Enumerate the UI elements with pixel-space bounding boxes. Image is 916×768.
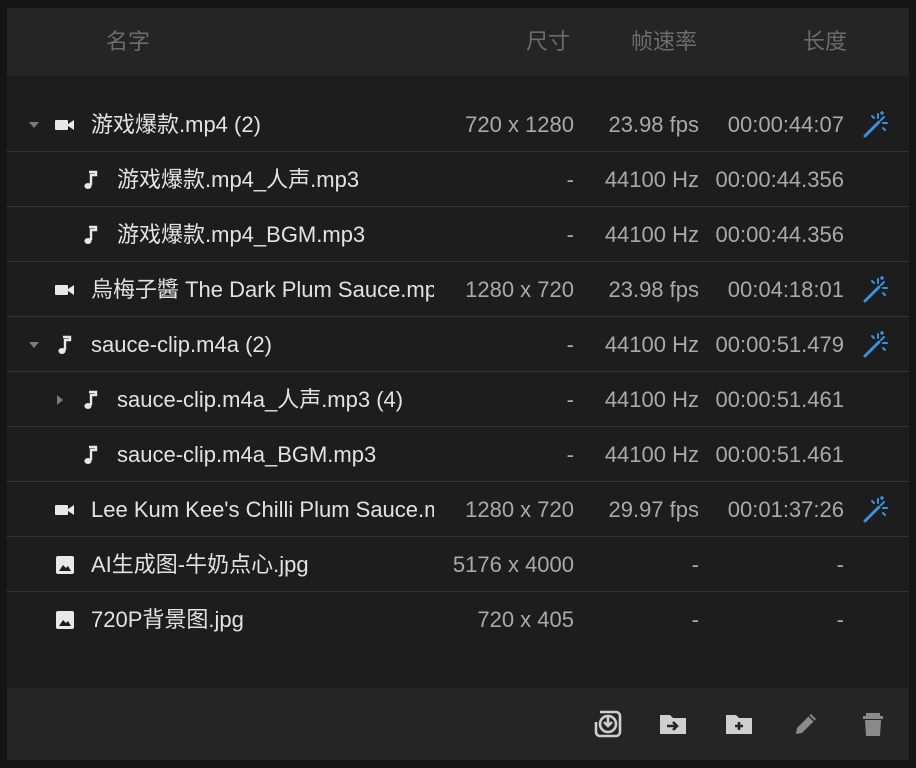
media-name: sauce-clip.m4a (2) <box>91 332 272 357</box>
media-size: 720 x 405 <box>477 607 574 632</box>
media-row[interactable]: sauce-clip.m4a_BGM.mp3 - 44100 Hz 00:00:51.… <box>7 427 909 482</box>
media-size: - <box>566 332 574 357</box>
magic-wand-icon[interactable] <box>861 110 891 140</box>
video-icon <box>54 97 76 152</box>
media-frame-rate: 23.98 fps <box>608 277 699 302</box>
media-length: - <box>836 607 844 632</box>
magic-wand-icon[interactable] <box>861 330 891 360</box>
column-header: 名字 尺寸 帧速率 长度 <box>7 8 909 76</box>
media-list: 游戏爆款.mp4 (2) 720 x 1280 23.98 fps 00:00:44:… <box>7 97 909 647</box>
expand-toggle-expanded[interactable] <box>24 317 44 372</box>
move-to-folder-button[interactable] <box>655 706 691 742</box>
media-frame-rate: - <box>691 552 699 577</box>
media-size: - <box>566 167 574 192</box>
media-name: 游戏爆款.mp4_人声.mp3 <box>117 167 360 192</box>
media-row[interactable]: sauce-clip.m4a (2) - 44100 Hz 00:00:51.479 <box>7 317 909 372</box>
media-length: 00:00:51.461 <box>715 442 844 467</box>
delete-button[interactable] <box>855 706 891 742</box>
media-size: 720 x 1280 <box>465 112 574 137</box>
media-row[interactable]: sauce-clip.m4a_人声.mp3 (4) - 44100 Hz 00:00:… <box>7 372 909 427</box>
magic-wand-icon[interactable] <box>861 495 891 525</box>
audio-icon <box>54 317 76 372</box>
audio-icon <box>80 152 102 207</box>
import-button[interactable] <box>590 706 626 742</box>
audio-icon <box>80 372 102 427</box>
media-frame-rate: - <box>691 607 699 632</box>
media-size: - <box>566 442 574 467</box>
footer-toolbar <box>7 688 909 760</box>
rename-button[interactable] <box>788 706 824 742</box>
magic-wand-icon[interactable] <box>861 275 891 305</box>
media-frame-rate: 44100 Hz <box>604 332 699 357</box>
media-name: 游戏爆款.mp4 (2) <box>91 112 261 137</box>
media-row[interactable]: 720P背景图.jpg 720 x 405 - - <box>7 592 909 647</box>
media-length: 00:00:44.356 <box>715 167 844 192</box>
column-size-header[interactable]: 尺寸 <box>526 8 570 76</box>
media-frame-rate: 44100 Hz <box>604 222 699 247</box>
new-folder-icon <box>726 715 752 734</box>
media-frame-rate: 23.98 fps <box>608 112 699 137</box>
import-icon <box>594 710 622 738</box>
media-length: 00:00:44:07 <box>727 112 844 137</box>
media-row[interactable]: AI生成图-牛奶点心.jpg 5176 x 4000 - - <box>7 537 909 592</box>
media-size: 5176 x 4000 <box>452 552 574 577</box>
media-length: 00:00:44.356 <box>715 222 844 247</box>
media-size: - <box>566 222 574 247</box>
media-frame-rate: 44100 Hz <box>604 167 699 192</box>
media-row[interactable]: Lee Kum Kee's Chilli Plum Sauce.mp4 1280 … <box>7 482 909 537</box>
media-library-panel: 名字 尺寸 帧速率 长度 游戏爆款.mp4 (2) 720 x 1280 23.98… <box>7 8 909 760</box>
media-length: 00:00:51.461 <box>715 387 844 412</box>
media-length: - <box>836 552 844 577</box>
media-name: Lee Kum Kee's Chilli Plum Sauce.mp4 <box>91 497 434 522</box>
media-size: 1280 x 720 <box>465 497 574 522</box>
media-row[interactable]: 游戏爆款.mp4 (2) 720 x 1280 23.98 fps 00:00:44:… <box>7 97 909 152</box>
media-size: 1280 x 720 <box>465 277 574 302</box>
media-length: 00:01:37:26 <box>727 497 844 522</box>
column-name-header[interactable]: 名字 <box>106 8 150 76</box>
media-name: 烏梅子醬 The Dark Plum Sauce.mp4 <box>91 277 434 302</box>
column-length-header[interactable]: 长度 <box>803 8 847 76</box>
media-name: 720P背景图.jpg <box>91 607 244 632</box>
expand-toggle-expanded[interactable] <box>24 97 44 152</box>
audio-icon <box>80 207 102 262</box>
media-length: 00:04:18:01 <box>727 277 844 302</box>
media-name: sauce-clip.m4a_BGM.mp3 <box>117 442 377 467</box>
media-frame-rate: 44100 Hz <box>604 387 699 412</box>
video-icon <box>54 482 76 537</box>
delete-icon <box>863 713 883 736</box>
media-frame-rate: 44100 Hz <box>604 442 699 467</box>
image-icon <box>54 592 76 647</box>
media-frame-rate: 29.97 fps <box>608 497 699 522</box>
media-length: 00:00:51.479 <box>715 332 844 357</box>
media-size: - <box>566 387 574 412</box>
move-to-folder-icon <box>660 715 686 734</box>
video-icon <box>54 262 76 317</box>
media-name: 游戏爆款.mp4_BGM.mp3 <box>117 222 366 247</box>
media-name: AI生成图-牛奶点心.jpg <box>91 552 309 577</box>
expand-toggle-collapsed[interactable] <box>50 372 70 427</box>
media-row[interactable]: 游戏爆款.mp4_人声.mp3 - 44100 Hz 00:00:44.356 <box>7 152 909 207</box>
image-icon <box>54 537 76 592</box>
audio-icon <box>80 427 102 482</box>
media-name: sauce-clip.m4a_人声.mp3 (4) <box>117 387 404 412</box>
new-folder-button[interactable] <box>721 706 757 742</box>
media-row[interactable]: 烏梅子醬 The Dark Plum Sauce.mp4 1280 x 720 23… <box>7 262 909 317</box>
rename-icon <box>796 714 816 734</box>
media-row[interactable]: 游戏爆款.mp4_BGM.mp3 - 44100 Hz 00:00:44.356 <box>7 207 909 262</box>
column-fps-header[interactable]: 帧速率 <box>631 8 697 76</box>
